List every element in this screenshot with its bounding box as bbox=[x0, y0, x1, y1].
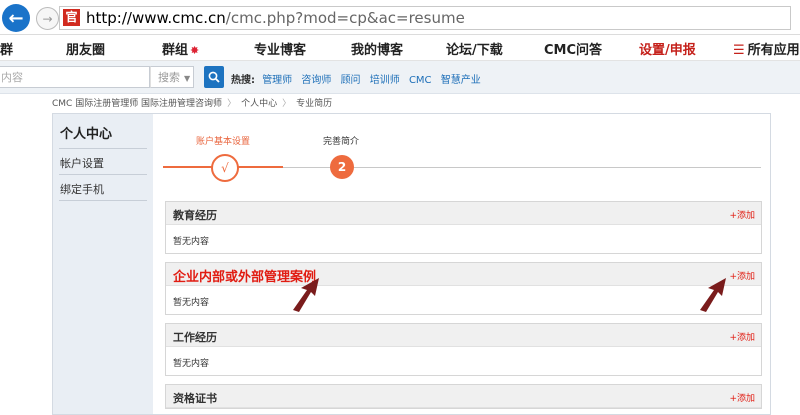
nav-item-friends[interactable]: 朋友圈 bbox=[66, 39, 105, 58]
step-1-label[interactable]: 账户基本设置 bbox=[196, 134, 250, 147]
hot-search-label: 热搜: bbox=[231, 75, 255, 86]
annotation-arrow-icon bbox=[293, 278, 319, 312]
breadcrumb-current: 专业简历 bbox=[296, 99, 333, 109]
hot-search: 热搜: 管理师 咨询师 顾问 培训师 CMC 智慧产业 bbox=[231, 71, 487, 86]
divider bbox=[59, 200, 147, 201]
section-education: 教育经历 +添加 暂无内容 bbox=[165, 201, 762, 254]
divider bbox=[59, 174, 147, 175]
site-favicon-icon: 官 bbox=[63, 9, 80, 26]
hot-keyword-link[interactable]: 顾问 bbox=[341, 75, 361, 86]
url-field[interactable]: 官 http://www.cmc.cn/cmc.php?mod=cp&ac=re… bbox=[59, 6, 791, 30]
hot-keyword-link[interactable]: 智慧产业 bbox=[441, 75, 481, 86]
main-panel: 个人中心 帐户设置 绑定手机 账户基本设置 完善简介 √ 2 教育经历 +添加 … bbox=[52, 113, 771, 415]
caret-down-icon: ▼ bbox=[184, 74, 191, 83]
search-button[interactable] bbox=[204, 66, 224, 88]
section-body: 暂无内容 bbox=[166, 225, 761, 253]
nav-item-forum-download[interactable]: 论坛/下载 bbox=[446, 39, 503, 58]
back-arrow-icon[interactable]: ← bbox=[2, 4, 30, 32]
sidebar: 个人中心 帐户设置 绑定手机 bbox=[53, 114, 153, 414]
nav-item-all-apps[interactable]: ☰ 所有应用 bbox=[733, 39, 800, 58]
breadcrumb: CMC 国际注册管理师 国际注册管理咨询师〉个人中心〉专业简历 bbox=[52, 96, 332, 109]
forward-arrow-icon[interactable]: → bbox=[36, 7, 59, 30]
sidebar-title: 个人中心 bbox=[60, 127, 113, 142]
section-title: 工作经历 bbox=[173, 331, 217, 344]
sidebar-item-bind-phone[interactable]: 绑定手机 bbox=[60, 181, 104, 197]
step-track-line bbox=[283, 167, 761, 168]
list-icon: ☰ bbox=[733, 43, 745, 58]
empty-text: 暂无内容 bbox=[173, 298, 210, 308]
hot-keyword-link[interactable]: 咨询师 bbox=[301, 75, 331, 86]
section-work-experience: 工作经历 +添加 暂无内容 bbox=[165, 323, 762, 376]
hot-keyword-link[interactable]: 管理师 bbox=[262, 75, 292, 86]
section-body: 暂无内容 bbox=[166, 347, 761, 375]
nav-item-groups[interactable]: 群组 ✸ bbox=[162, 39, 199, 58]
chevron-right-icon: 〉 bbox=[282, 99, 292, 109]
breadcrumb-home-link[interactable]: CMC 国际注册管理师 国际注册管理咨询师 bbox=[52, 99, 222, 109]
section-body: 暂无内容 bbox=[166, 286, 761, 314]
flower-icon: ✸ bbox=[190, 44, 200, 57]
browser-address-bar: ← → 官 http://www.cmc.cn/cmc.php?mod=cp&a… bbox=[0, 0, 800, 35]
check-icon[interactable]: √ bbox=[211, 154, 239, 182]
hot-keyword-link[interactable]: 培训师 bbox=[370, 75, 400, 86]
section-certificates: 资格证书 +添加 bbox=[165, 384, 762, 409]
add-button[interactable]: +添加 bbox=[729, 330, 755, 343]
search-input[interactable]: 内容 bbox=[0, 66, 150, 88]
divider bbox=[59, 148, 147, 149]
section-title: 资格证书 bbox=[173, 392, 217, 405]
empty-text: 暂无内容 bbox=[173, 237, 210, 247]
section-header: 企业内部或外部管理案例 +添加 bbox=[166, 263, 761, 286]
section-title: 教育经历 bbox=[173, 209, 217, 222]
section-header: 工作经历 +添加 bbox=[166, 324, 761, 347]
hot-keyword-link[interactable]: CMC bbox=[409, 75, 432, 86]
add-button[interactable]: +添加 bbox=[729, 391, 755, 404]
nav-item-pro-blog[interactable]: 专业博客 bbox=[254, 39, 306, 58]
nav-item-settings-apply[interactable]: 设置/申报 bbox=[639, 39, 696, 58]
nav-item-my-blog[interactable]: 我的博客 bbox=[351, 39, 403, 58]
step-2-label[interactable]: 完善简介 bbox=[323, 134, 359, 147]
annotation-arrow-icon bbox=[700, 278, 726, 312]
nav-item-group-partial[interactable]: 群 bbox=[0, 39, 13, 58]
sidebar-item-account-settings[interactable]: 帐户设置 bbox=[60, 155, 104, 171]
section-header: 资格证书 +添加 bbox=[166, 385, 761, 408]
breadcrumb-user-center-link[interactable]: 个人中心 bbox=[241, 99, 277, 109]
step-2-number[interactable]: 2 bbox=[330, 155, 354, 179]
url-text: http://www.cmc.cn/cmc.php?mod=cp&ac=resu… bbox=[86, 9, 465, 27]
chevron-right-icon: 〉 bbox=[227, 99, 237, 109]
progress-steps: 账户基本设置 完善简介 √ 2 bbox=[163, 114, 763, 194]
empty-text: 暂无内容 bbox=[173, 359, 210, 369]
add-button[interactable]: +添加 bbox=[729, 208, 755, 221]
nav-item-cmc-qa[interactable]: CMC问答 bbox=[544, 39, 602, 58]
search-icon bbox=[208, 71, 220, 83]
main-nav: 群 朋友圈 群组 ✸ 专业博客 我的博客 论坛/下载 CMC问答 设置/申报 ☰ 所… bbox=[0, 35, 800, 61]
search-type-select[interactable]: 搜索 ▼ bbox=[150, 66, 194, 88]
search-bar: 内容 搜索 ▼ 热搜: 管理师 咨询师 顾问 培训师 CMC 智慧产业 bbox=[0, 61, 800, 94]
section-header: 教育经历 +添加 bbox=[166, 202, 761, 225]
section-management-cases: 企业内部或外部管理案例 +添加 暂无内容 bbox=[165, 262, 762, 315]
